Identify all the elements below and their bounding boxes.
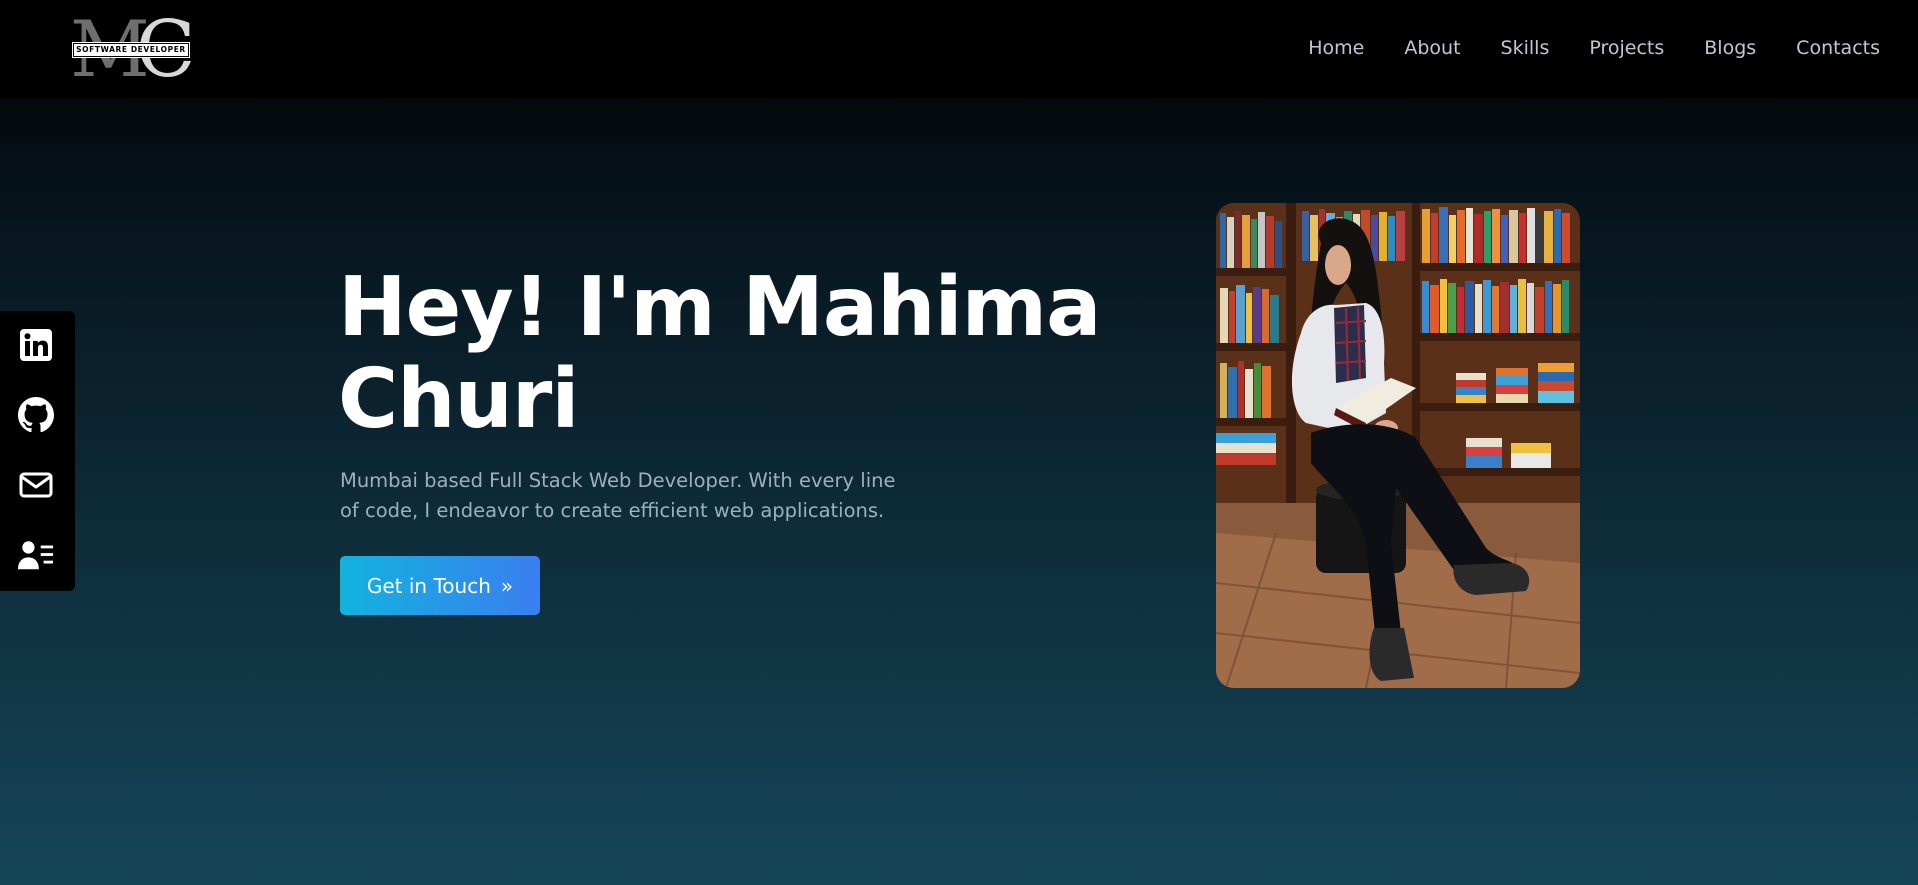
- github-icon[interactable]: [18, 397, 54, 433]
- nav-skills[interactable]: Skills: [1501, 36, 1550, 60]
- nav-home[interactable]: Home: [1308, 36, 1364, 60]
- navbar: MC SOFTWARE DEVELOPER Home About Skills …: [0, 0, 1918, 98]
- nav-blogs[interactable]: Blogs: [1704, 36, 1756, 60]
- profile-photo-illustration: [1216, 203, 1580, 688]
- get-in-touch-button[interactable]: Get in Touch »: [340, 556, 540, 615]
- hero-subtitle: Mumbai based Full Stack Web Developer. W…: [340, 469, 896, 522]
- nav-about[interactable]: About: [1404, 36, 1460, 60]
- cta-label: Get in Touch: [366, 573, 491, 598]
- chevrons-right-icon: »: [500, 573, 514, 598]
- nav-projects[interactable]: Projects: [1589, 36, 1664, 60]
- social-sidebar: [0, 311, 75, 591]
- hero-title-line2: Churi: [338, 352, 579, 447]
- logo-tagline: SOFTWARE DEVELOPER: [72, 42, 190, 58]
- hero-title-line1: Hey! I'm Mahima: [338, 260, 1101, 355]
- main-nav: Home About Skills Projects Blogs Contact…: [1308, 36, 1880, 60]
- resume-icon[interactable]: [18, 537, 54, 573]
- linkedin-icon[interactable]: [18, 327, 54, 363]
- nav-contacts[interactable]: Contacts: [1796, 36, 1880, 60]
- profile-photo: [1216, 203, 1580, 688]
- hero-title: Hey! I'm Mahima Churi: [338, 262, 1118, 446]
- mail-icon[interactable]: [18, 467, 54, 503]
- site-logo[interactable]: MC SOFTWARE DEVELOPER: [70, 10, 195, 90]
